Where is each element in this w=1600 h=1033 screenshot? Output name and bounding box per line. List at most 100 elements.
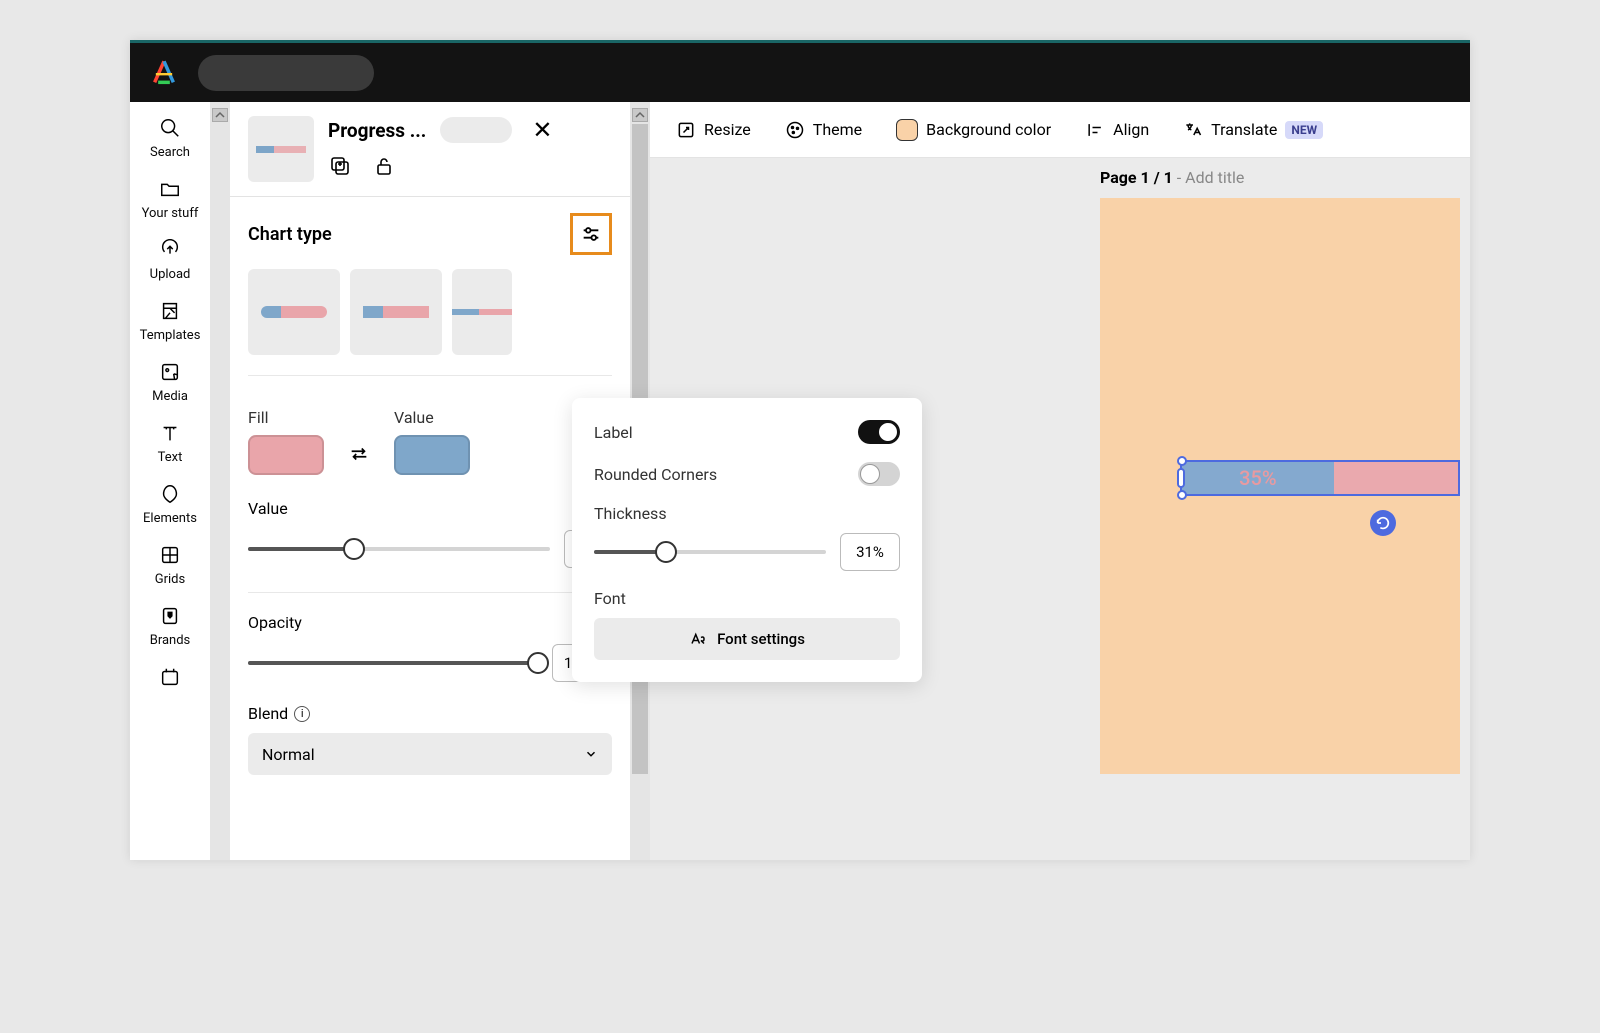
- value-slider-label: Value: [248, 499, 612, 518]
- rail-brands[interactable]: Brands: [130, 605, 210, 648]
- panel-title: Progress ...: [328, 119, 426, 142]
- background-color-button[interactable]: Background color: [896, 119, 1051, 141]
- search-icon: [159, 117, 181, 139]
- page-number: Page 1 / 1: [1100, 168, 1173, 187]
- rail-text[interactable]: Text: [130, 422, 210, 465]
- fill-color-swatch[interactable]: [248, 435, 324, 475]
- progress-bar-track: [1334, 462, 1458, 494]
- undo-icon[interactable]: [1370, 510, 1396, 536]
- translate-label: Translate: [1211, 120, 1277, 139]
- resize-label: Resize: [704, 120, 751, 139]
- rail-upload-label: Upload: [150, 267, 191, 282]
- rail-grids[interactable]: Grids: [130, 544, 210, 587]
- label-toggle[interactable]: [858, 420, 900, 444]
- page-label[interactable]: Page 1 / 1 - Add title: [1100, 168, 1244, 187]
- value-slider[interactable]: [248, 541, 550, 557]
- scroll-up-arrow-icon[interactable]: [632, 108, 648, 122]
- text-icon: [159, 422, 181, 444]
- brands-icon: [159, 605, 181, 627]
- rail-elements[interactable]: Elements: [130, 483, 210, 526]
- selection-handle[interactable]: [1177, 490, 1187, 500]
- duplicate-icon[interactable]: [328, 154, 352, 178]
- align-button[interactable]: Align: [1085, 120, 1149, 140]
- blend-select-value: Normal: [262, 745, 315, 764]
- bg-color-swatch-icon: [896, 119, 918, 141]
- rail-grids-label: Grids: [155, 572, 185, 587]
- value-color-swatch[interactable]: [394, 435, 470, 475]
- folder-icon: [159, 178, 181, 200]
- object-thumbnail: [248, 116, 314, 182]
- canvas-toolbar: Resize Theme Background color Align Tran…: [650, 102, 1470, 158]
- rounded-corners-toggle-label: Rounded Corners: [594, 465, 717, 484]
- sliders-icon: [580, 223, 602, 245]
- bg-color-label: Background color: [926, 120, 1051, 139]
- selection-edge-handle[interactable]: [1177, 468, 1185, 488]
- properties-panel: Progress ... ✕ Chart type: [230, 102, 630, 860]
- close-icon[interactable]: ✕: [526, 116, 558, 144]
- align-label: Align: [1113, 120, 1149, 139]
- add-title-placeholder: - Add title: [1173, 168, 1245, 187]
- translate-icon: [1183, 120, 1203, 140]
- artboard[interactable]: 35%: [1100, 198, 1460, 774]
- resize-button[interactable]: Resize: [676, 120, 751, 140]
- chart-type-option-1[interactable]: [248, 269, 340, 355]
- theme-button[interactable]: Theme: [785, 120, 862, 140]
- rail-search[interactable]: Search: [130, 117, 210, 160]
- new-badge: NEW: [1285, 121, 1323, 139]
- thickness-input[interactable]: 31%: [840, 533, 900, 571]
- header-search-pill[interactable]: [198, 55, 374, 91]
- thickness-label: Thickness: [594, 504, 900, 523]
- opacity-label: Opacity: [248, 613, 612, 632]
- rail-extra[interactable]: [130, 666, 210, 688]
- blend-select[interactable]: Normal: [248, 733, 612, 775]
- font-icon: [689, 630, 707, 648]
- chart-type-label: Chart type: [248, 224, 332, 245]
- left-rail: Search Your stuff Upload Templates Media…: [130, 102, 210, 860]
- rail-text-label: Text: [158, 450, 183, 465]
- chart-type-option-2[interactable]: [350, 269, 442, 355]
- upload-icon: [159, 239, 181, 261]
- label-toggle-label: Label: [594, 423, 633, 442]
- resize-icon: [676, 120, 696, 140]
- align-icon: [1085, 120, 1105, 140]
- thickness-slider[interactable]: [594, 544, 826, 560]
- font-settings-button[interactable]: Font settings: [594, 618, 900, 660]
- rail-search-label: Search: [150, 145, 190, 160]
- chart-settings-button[interactable]: [570, 213, 612, 255]
- rounded-corners-toggle[interactable]: [858, 462, 900, 486]
- value-color-label: Value: [394, 408, 470, 427]
- templates-icon: [159, 300, 181, 322]
- media-icon: [159, 361, 181, 383]
- elements-icon: [159, 483, 181, 505]
- rail-elements-label: Elements: [143, 511, 197, 526]
- font-settings-label: Font settings: [717, 630, 805, 648]
- rail-upload[interactable]: Upload: [130, 239, 210, 282]
- selection-handle[interactable]: [1177, 456, 1187, 466]
- title-pill-placeholder: [440, 117, 512, 143]
- chevron-down-icon: [584, 747, 598, 761]
- app-header: [130, 40, 1470, 102]
- blend-label: Blend: [248, 704, 288, 723]
- rail-yourstuff-label: Your stuff: [142, 206, 199, 221]
- progress-bar-fill: 35%: [1182, 462, 1334, 494]
- adobe-logo-icon: [150, 59, 178, 87]
- calendar-icon: [159, 666, 181, 688]
- scroll-up-arrow-icon[interactable]: [212, 108, 228, 122]
- swap-icon[interactable]: [348, 443, 370, 465]
- info-icon[interactable]: i: [294, 706, 310, 722]
- rail-templates-label: Templates: [140, 328, 201, 343]
- chart-type-option-3[interactable]: [452, 269, 512, 355]
- theme-icon: [785, 120, 805, 140]
- font-label: Font: [594, 589, 900, 608]
- progress-bar-element[interactable]: 35%: [1180, 460, 1460, 496]
- rail-brands-label: Brands: [150, 633, 191, 648]
- rail-media[interactable]: Media: [130, 361, 210, 404]
- rail-templates[interactable]: Templates: [130, 300, 210, 343]
- fill-label: Fill: [248, 408, 324, 427]
- chart-settings-popover: Label Rounded Corners Thickness 31% Font…: [572, 398, 922, 682]
- rail-scrollbar[interactable]: [210, 102, 230, 860]
- opacity-slider[interactable]: [248, 655, 538, 671]
- lock-icon[interactable]: [372, 154, 396, 178]
- translate-button[interactable]: Translate NEW: [1183, 120, 1323, 140]
- rail-yourstuff[interactable]: Your stuff: [130, 178, 210, 221]
